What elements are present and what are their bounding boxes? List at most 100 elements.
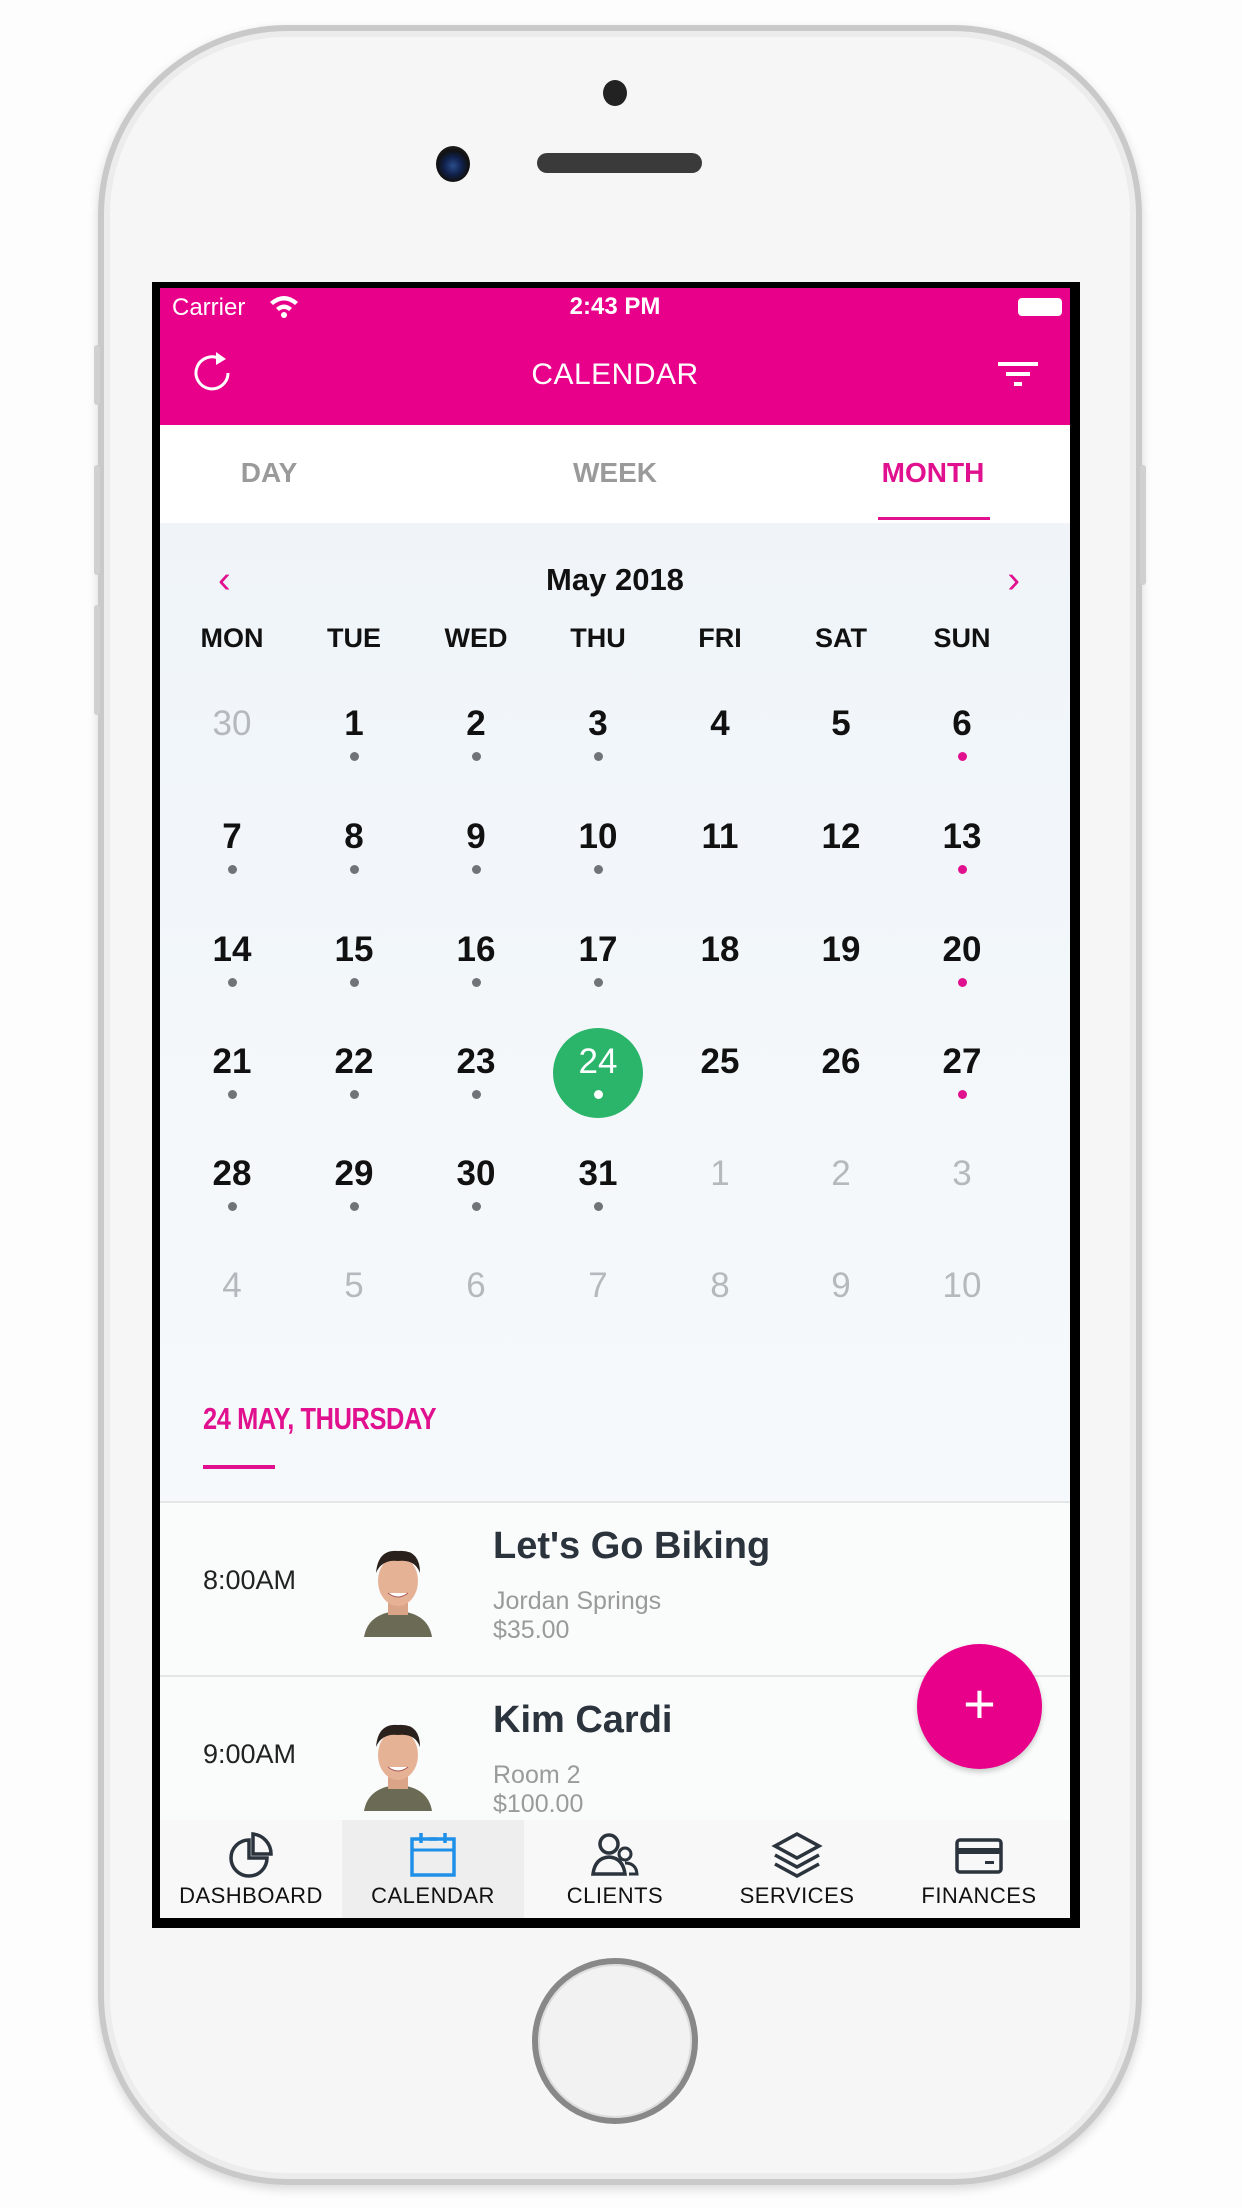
weekday-label: FRI (698, 623, 742, 653)
status-bar: Carrier 2:43 PM (160, 288, 1070, 328)
nav-item-services[interactable]: SERVICES (706, 1820, 888, 1918)
calendar-day[interactable]: 17 (543, 914, 653, 1014)
chevron-right-icon[interactable]: › (1007, 560, 1020, 600)
nav-item-dashboard[interactable]: DASHBOARD (160, 1820, 342, 1918)
weekday-label: SUN (933, 623, 991, 653)
event-indicator-dot (593, 1202, 603, 1211)
day-number: 30 (456, 1154, 496, 1193)
calendar-day[interactable]: 28 (177, 1138, 287, 1238)
calendar-day[interactable]: 3 (907, 1138, 1017, 1238)
appointment-item[interactable]: 8:00AM Let's Go Biking Jordan Springs $3… (160, 1501, 1070, 1675)
calendar-day[interactable]: 26 (786, 1026, 896, 1126)
earpiece-speaker (537, 153, 702, 173)
day-number: 4 (222, 1266, 242, 1305)
event-indicator-dot (957, 865, 967, 874)
day-number: 14 (212, 930, 252, 969)
calendar-day[interactable]: 30 (177, 688, 287, 788)
calendar-day[interactable]: 18 (665, 914, 775, 1014)
calendar-day[interactable]: 13 (907, 801, 1017, 901)
calendar-day[interactable]: 22 (299, 1026, 409, 1126)
day-number: 27 (942, 1042, 982, 1081)
calendar-day[interactable]: 11 (665, 801, 775, 901)
calendar-day[interactable]: 10 (907, 1250, 1017, 1350)
front-camera (436, 146, 470, 182)
calendar-day[interactable]: 30 (421, 1138, 531, 1238)
calendar-day[interactable]: 7 (543, 1250, 653, 1350)
day-number: 11 (701, 817, 739, 856)
calendar-day[interactable]: 10 (543, 801, 653, 901)
event-indicator-dot (227, 978, 237, 987)
calendar-day[interactable]: 23 (421, 1026, 531, 1126)
calendar-day[interactable]: 15 (299, 914, 409, 1014)
calendar-day[interactable]: 1 (299, 688, 409, 788)
filter-icon[interactable] (996, 356, 1040, 392)
users-icon (591, 1833, 639, 1876)
calendar-day[interactable]: 20 (907, 914, 1017, 1014)
nav-item-calendar[interactable]: CALENDAR (342, 1820, 524, 1918)
tab-month[interactable]: MONTH (833, 457, 1033, 489)
add-appointment-button[interactable]: + (917, 1644, 1042, 1769)
day-number: 10 (578, 817, 618, 856)
day-number: 7 (222, 817, 242, 856)
event-indicator-dot (349, 1090, 359, 1099)
nav-item-finances[interactable]: FINANCES (888, 1820, 1070, 1918)
calendar-day[interactable]: 9 (421, 801, 531, 901)
calendar-day[interactable]: 19 (786, 914, 896, 1014)
day-number: 6 (466, 1266, 486, 1305)
event-indicator-dot (227, 865, 237, 874)
day-number: 10 (942, 1266, 982, 1305)
calendar-day[interactable]: 3 (543, 688, 653, 788)
calendar-day[interactable]: 25 (665, 1026, 775, 1126)
calendar-day[interactable]: 12 (786, 801, 896, 901)
calendar-day[interactable]: 21 (177, 1026, 287, 1126)
calendar-day[interactable]: 27 (907, 1026, 1017, 1126)
calendar-day[interactable]: 7 (177, 801, 287, 901)
day-number: 8 (710, 1266, 730, 1305)
layers-icon (771, 1832, 823, 1878)
event-indicator-dot (593, 978, 603, 987)
calendar-day[interactable]: 8 (665, 1250, 775, 1350)
day-number: 13 (942, 817, 982, 856)
calendar-day[interactable]: 2 (786, 1138, 896, 1238)
calendar-day[interactable]: 6 (421, 1250, 531, 1350)
calendar-day[interactable]: 16 (421, 914, 531, 1014)
credit-card-icon (955, 1838, 1003, 1874)
tab-day[interactable]: DAY (169, 457, 369, 489)
event-indicator-dot (957, 752, 967, 761)
calendar-day[interactable]: 31 (543, 1138, 653, 1238)
calendar-day[interactable]: 8 (299, 801, 409, 901)
active-tab-indicator (878, 517, 990, 520)
day-number: 9 (466, 817, 486, 856)
calendar-day[interactable]: 9 (786, 1250, 896, 1350)
calendar-day[interactable]: 2 (421, 688, 531, 788)
day-number: 3 (952, 1154, 972, 1193)
day-number: 17 (578, 930, 618, 969)
volume-up-button (94, 465, 100, 575)
calendar-icon (410, 1833, 456, 1877)
calendar-day[interactable]: 14 (177, 914, 287, 1014)
selected-date-label: 24 MAY, THURSDAY (203, 1401, 437, 1436)
appointment-time: 9:00AM (203, 1739, 297, 1769)
tab-week[interactable]: WEEK (515, 457, 715, 489)
day-number: 31 (578, 1154, 618, 1193)
calendar-day[interactable]: 5 (786, 688, 896, 788)
event-indicator-dot (471, 865, 481, 874)
calendar-day[interactable]: 4 (177, 1250, 287, 1350)
calendar-day-selected[interactable]: 24 (543, 1026, 653, 1126)
battery-icon (1018, 298, 1062, 316)
nav-item-clients[interactable]: CLIENTS (524, 1820, 706, 1918)
month-header: ‹ May 2018 › (160, 560, 1070, 610)
calendar-day[interactable]: 6 (907, 688, 1017, 788)
day-number: 28 (212, 1154, 252, 1193)
calendar-day[interactable]: 4 (665, 688, 775, 788)
event-indicator-dot (349, 978, 359, 987)
event-indicator-dot (957, 1090, 967, 1099)
calendar-day[interactable]: 29 (299, 1138, 409, 1238)
day-number: 24 (578, 1042, 618, 1081)
appointment-price: $100.00 (493, 1790, 584, 1818)
calendar-day[interactable]: 1 (665, 1138, 775, 1238)
home-button[interactable] (532, 1958, 698, 2124)
event-indicator-dot (349, 1202, 359, 1211)
calendar-day[interactable]: 5 (299, 1250, 409, 1350)
day-number: 15 (334, 930, 374, 969)
